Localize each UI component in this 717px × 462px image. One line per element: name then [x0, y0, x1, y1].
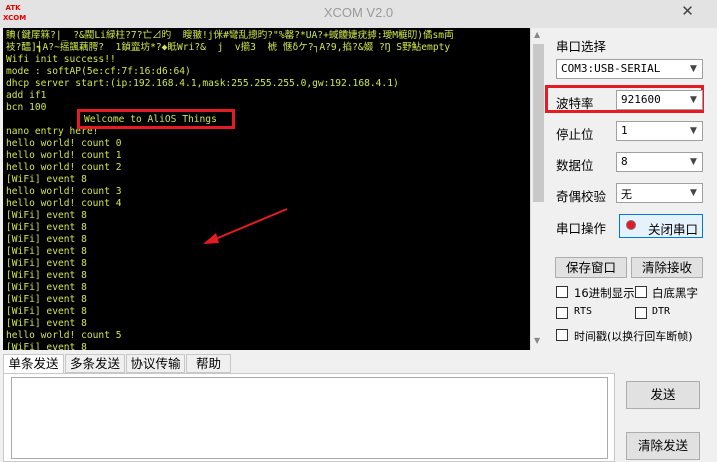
- timestamp-label: 时间戳(以换行回车断帧): [574, 330, 693, 343]
- white-black-checkbox[interactable]: [635, 286, 647, 298]
- timestamp-checkbox[interactable]: [556, 329, 568, 341]
- rts-checkbox[interactable]: [556, 307, 568, 319]
- data-bits-label: 数据位: [556, 158, 594, 173]
- parity-select[interactable]: 无 ▼: [616, 183, 703, 203]
- chevron-down-icon: ▼: [690, 157, 697, 167]
- tab-multi-send[interactable]: 多条发送: [65, 354, 125, 373]
- close-port-button[interactable]: 关闭串口: [619, 214, 703, 238]
- save-window-button[interactable]: 保存窗口: [555, 257, 627, 278]
- stop-bits-label: 停止位: [556, 127, 594, 142]
- baud-label: 波特率: [556, 96, 594, 111]
- clear-send-button[interactable]: 清除发送: [626, 432, 700, 460]
- tab-single-send[interactable]: 单条发送: [3, 354, 64, 374]
- status-indicator-icon: [626, 220, 636, 230]
- data-bits-select[interactable]: 8 ▼: [616, 152, 703, 172]
- parity-label: 奇偶校验: [556, 189, 607, 204]
- baud-select[interactable]: 921600 ▼: [616, 90, 703, 110]
- stop-bits-select[interactable]: 1 ▼: [616, 121, 703, 141]
- rts-label: RTS: [574, 306, 593, 317]
- dtr-label: DTR: [652, 306, 671, 317]
- tab-protocol[interactable]: 协议传输: [126, 354, 185, 373]
- chevron-down-icon: ▼: [690, 126, 697, 136]
- chevron-down-icon: ▼: [690, 95, 697, 105]
- chevron-down-icon: ▼: [690, 64, 697, 74]
- hex-display-checkbox[interactable]: [556, 286, 568, 298]
- hex-display-label: 16进制显示: [574, 286, 635, 300]
- chevron-down-icon: ▼: [690, 188, 697, 198]
- send-panel: [3, 373, 615, 462]
- white-black-label: 白底黑字: [652, 286, 698, 300]
- tab-help[interactable]: 帮助: [186, 354, 231, 373]
- clear-receive-button[interactable]: 清除接收: [631, 257, 703, 278]
- port-operation-label: 串口操作: [556, 221, 607, 236]
- send-button[interactable]: 发送: [626, 381, 700, 409]
- send-input[interactable]: [11, 377, 608, 459]
- port-select[interactable]: COM3:USB-SERIAL ▼: [556, 59, 703, 79]
- dtr-checkbox[interactable]: [635, 307, 647, 319]
- port-select-label: 串口选择: [556, 39, 607, 54]
